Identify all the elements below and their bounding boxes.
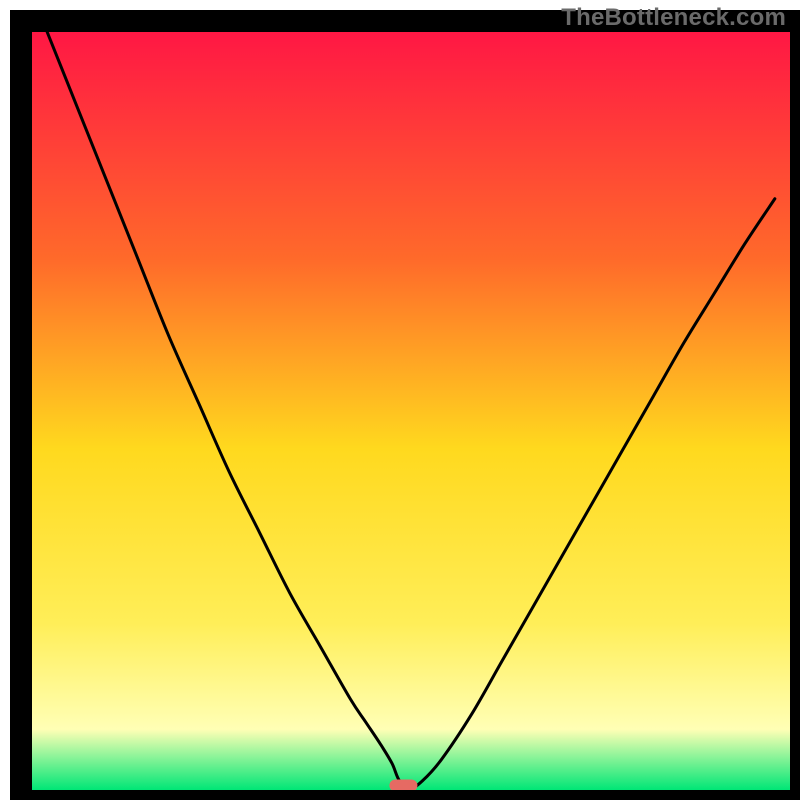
optimal-point-marker bbox=[389, 779, 417, 791]
bottleneck-chart bbox=[0, 0, 800, 800]
plot-frame bbox=[10, 790, 800, 800]
plot-background bbox=[32, 32, 790, 790]
plot-frame bbox=[10, 10, 32, 800]
chart-container: TheBottleneck.com bbox=[0, 0, 800, 800]
plot-frame bbox=[790, 10, 800, 800]
watermark-text: TheBottleneck.com bbox=[561, 4, 786, 32]
